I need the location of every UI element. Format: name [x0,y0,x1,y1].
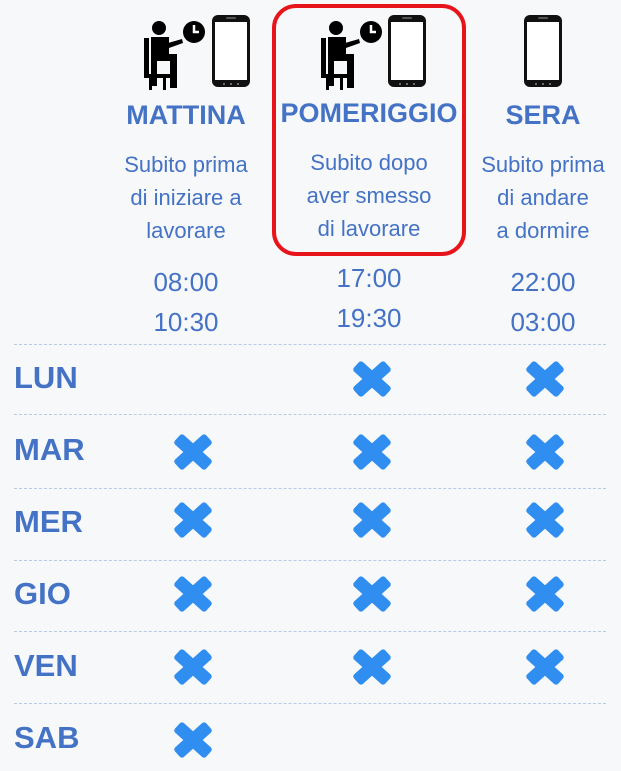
cross-icon [523,359,567,399]
description-line: Subito prima [124,152,248,177]
description-line: di iniziare a [130,185,242,210]
description-line: Subito prima [481,152,605,177]
row-divider [14,703,606,704]
cross-icon [171,647,215,687]
time-end: 10:30 [153,307,219,337]
column-icons [111,12,261,92]
cross-icon [350,432,394,472]
day-label: GIO [14,576,71,611]
row-divider [14,414,606,415]
day-label: MAR [14,432,85,467]
cross-icon [350,574,394,614]
cross-icon [350,647,394,687]
row-divider [14,488,606,489]
time-end: 03:00 [510,307,576,337]
row-divider [14,344,606,345]
description-line: lavorare [146,218,226,243]
smartphone-icon [212,15,250,87]
day-label: VEN [14,648,78,683]
column-title: SERA [505,100,581,130]
cross-icon [523,574,567,614]
time-start: 22:00 [510,267,576,297]
description-line: a dormire [496,218,590,243]
cross-icon [171,720,215,760]
cross-icon [171,432,215,472]
cross-icon [350,359,394,399]
cross-icon [523,432,567,472]
day-label: LUN [14,360,78,395]
column-title: MATTINA [126,100,246,130]
day-label: SAB [14,720,80,755]
time-start: 17:00 [336,263,402,293]
column-sera: SERA Subito prima di andare a dormire 22… [470,0,616,340]
cross-icon [171,574,215,614]
row-divider [14,631,606,632]
column-mattina: MATTINA Subito prima di iniziare a lavor… [111,0,261,340]
person-sitting-clock-icon [144,21,205,90]
cross-icon [523,500,567,540]
smartphone-icon [524,15,562,87]
column-icons [470,12,616,92]
description-line: di andare [497,185,589,210]
day-label: MER [14,504,83,539]
column-description: Subito prima di andare a dormire [470,148,616,247]
column-times: 22:00 03:00 [470,262,616,342]
column-description: Subito prima di iniziare a lavorare [111,148,261,247]
time-end: 19:30 [336,303,402,333]
cross-icon [523,647,567,687]
time-start: 08:00 [153,267,219,297]
column-times: 08:00 10:30 [111,262,261,342]
row-divider [14,560,606,561]
cross-icon [350,500,394,540]
column-times: 17:00 19:30 [276,258,462,338]
cross-icon [171,500,215,540]
highlight-frame [272,4,466,256]
